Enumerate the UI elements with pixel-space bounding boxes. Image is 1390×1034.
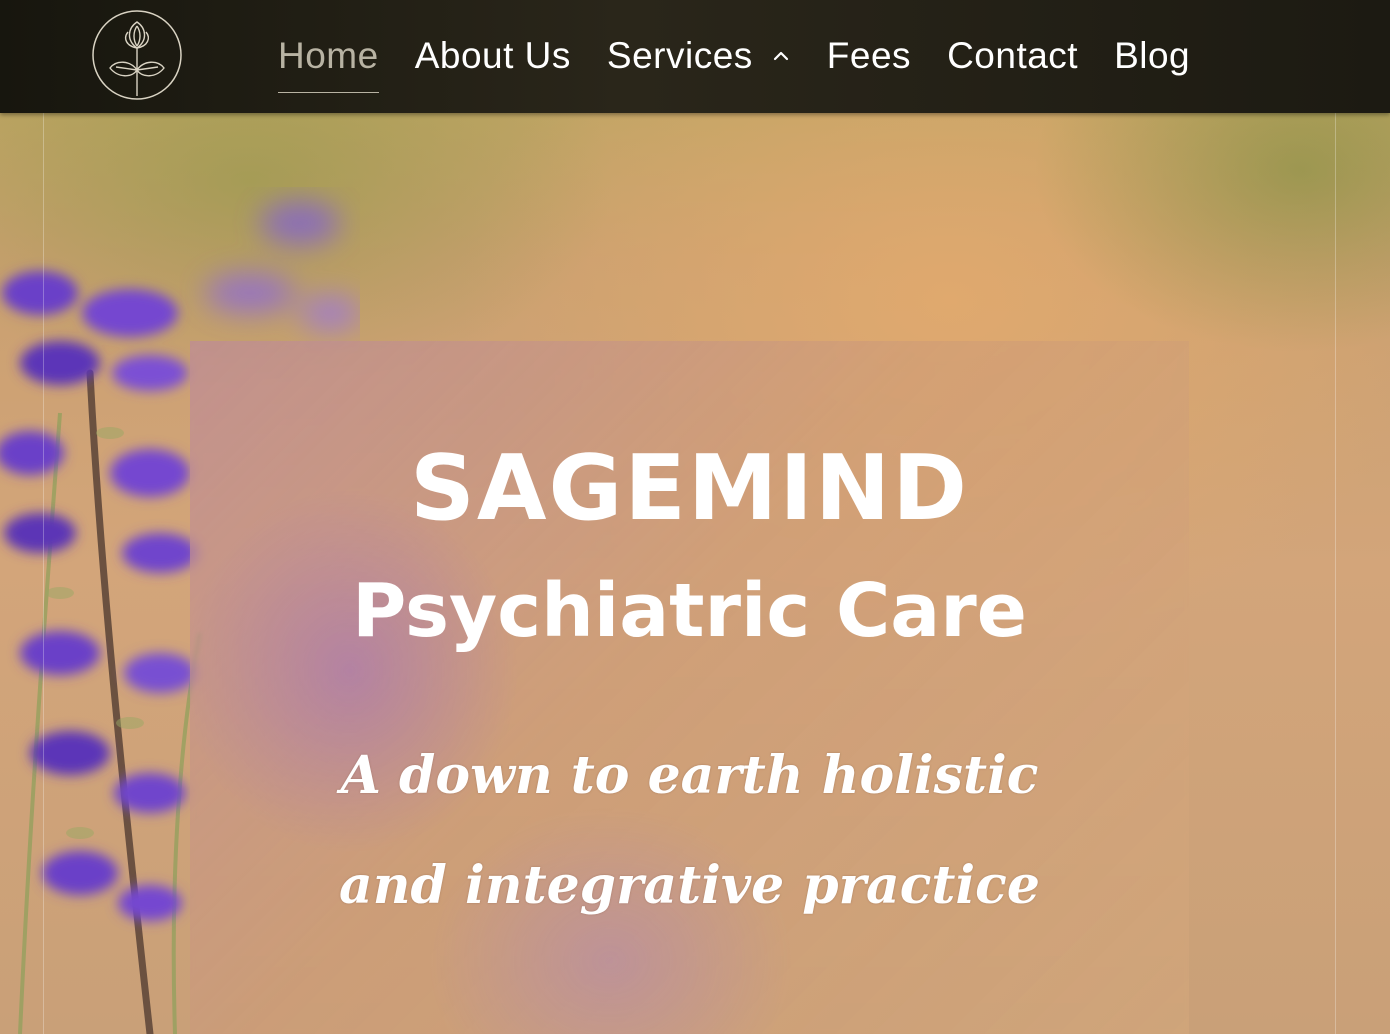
nav-blog-label: Blog — [1114, 35, 1191, 76]
nav-about-link[interactable]: About Us — [415, 35, 571, 77]
nav-contact-link[interactable]: Contact — [947, 35, 1078, 77]
nav-services-label: Services — [606, 35, 753, 76]
hero-tagline: A down to earth holistic and integrative… — [339, 745, 1040, 916]
frame-line-right — [1335, 113, 1336, 1034]
nav-home-label: Home — [278, 35, 379, 76]
hero-card: SAGEMIND Psychiatric Care A down to eart… — [190, 341, 1189, 1034]
hero-title: SAGEMIND — [410, 436, 969, 541]
main-nav: Home About Us Services Fees Contact Blog — [278, 28, 1226, 93]
navbar: Home About Us Services Fees Contact Blog — [0, 0, 1390, 113]
nav-contact-label: Contact — [947, 35, 1079, 76]
nav-services-link[interactable]: Services — [607, 35, 791, 77]
lotus-logo[interactable] — [90, 8, 184, 102]
frame-line-left — [43, 113, 44, 1034]
nav-fees-label: Fees — [826, 35, 912, 76]
nav-home-link[interactable]: Home — [278, 35, 379, 93]
chevron-up-icon[interactable] — [771, 46, 791, 66]
nav-blog-link[interactable]: Blog — [1114, 35, 1190, 77]
hero-subtitle: Psychiatric Care — [352, 568, 1027, 654]
nav-about-label: About Us — [414, 35, 571, 76]
nav-fees-link[interactable]: Fees — [827, 35, 911, 77]
page: Home About Us Services Fees Contact Blog — [0, 0, 1390, 1034]
